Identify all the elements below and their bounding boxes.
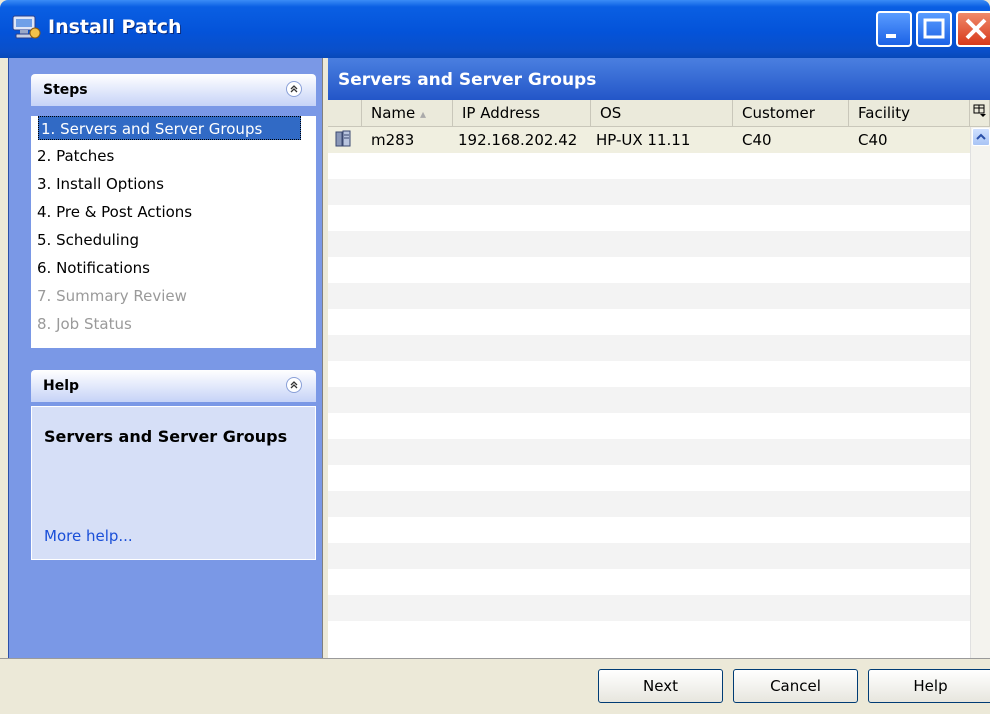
section-title: Servers and Server Groups	[338, 70, 597, 90]
step-pre-post-actions[interactable]: 4. Pre & Post Actions	[37, 200, 192, 224]
empty-row	[328, 387, 970, 413]
cancel-button[interactable]: Cancel	[733, 669, 858, 703]
column-label-name: Name	[371, 104, 416, 122]
empty-row	[328, 439, 970, 465]
section-header: Servers and Server Groups	[328, 58, 990, 100]
vertical-scrollbar[interactable]	[970, 127, 990, 658]
step-job-status: 8. Job Status	[37, 315, 132, 333]
step-notifications[interactable]: 6. Notifications	[37, 256, 150, 280]
server-icon	[334, 130, 352, 150]
collapse-icon[interactable]	[286, 377, 302, 393]
step-patches[interactable]: 2. Patches	[37, 144, 114, 168]
wizard-body: Steps 1. Servers and Server Groups 2. Pa…	[0, 58, 990, 658]
column-header-os[interactable]: OS	[591, 100, 733, 126]
column-header-ip-address[interactable]: IP Address	[453, 100, 591, 126]
cell-name: m283	[371, 131, 415, 149]
empty-row	[328, 595, 970, 621]
help-button[interactable]: Help	[868, 669, 990, 703]
empty-row	[328, 179, 970, 205]
close-button[interactable]	[956, 11, 990, 47]
cell-ip-address: 192.168.202.42	[458, 131, 578, 149]
window-title: Install Patch	[48, 16, 182, 38]
steps-panel-header[interactable]: Steps	[31, 74, 316, 106]
servers-table: Name ▴ IP Address OS Customer Facility m…	[328, 100, 990, 658]
column-header-name[interactable]: Name ▴	[362, 100, 453, 126]
chevron-up-icon	[976, 133, 986, 140]
step-servers-and-server-groups[interactable]: 1. Servers and Server Groups	[38, 116, 301, 140]
steps-list: 1. Servers and Server Groups 2. Patches …	[31, 116, 316, 348]
sort-ascending-icon: ▴	[420, 107, 427, 121]
title-bar[interactable]: Install Patch	[0, 0, 990, 58]
minimize-icon	[886, 34, 896, 38]
table-header: Name ▴ IP Address OS Customer Facility	[328, 100, 990, 127]
minimize-button[interactable]	[876, 11, 912, 47]
empty-row	[328, 335, 970, 361]
button-bar: Next Cancel Help	[0, 658, 990, 714]
step-install-options[interactable]: 3. Install Options	[37, 172, 164, 196]
help-panel-title: Help	[43, 378, 80, 394]
more-help-link[interactable]: More help...	[44, 527, 133, 545]
maximize-button[interactable]	[916, 11, 952, 47]
column-chooser-icon	[973, 104, 986, 117]
steps-panel-title: Steps	[43, 82, 88, 98]
cell-os: HP-UX 11.11	[596, 131, 691, 149]
help-panel-header[interactable]: Help	[31, 370, 316, 402]
icon-column-header	[328, 100, 362, 126]
column-header-facility[interactable]: Facility	[849, 100, 970, 126]
empty-row	[328, 231, 970, 257]
patch-install-icon	[12, 15, 41, 39]
cell-facility: C40	[858, 131, 888, 149]
column-header-customer[interactable]: Customer	[733, 100, 849, 126]
help-topic-title: Servers and Server Groups	[44, 427, 288, 446]
table-row[interactable]: m283 192.168.202.42 HP-UX 11.11 C40 C40	[328, 127, 970, 153]
step-summary-review: 7. Summary Review	[37, 287, 187, 305]
collapse-icon[interactable]	[286, 81, 302, 97]
left-pane: Steps 1. Servers and Server Groups 2. Pa…	[8, 58, 323, 658]
maximize-icon	[923, 18, 945, 39]
next-button[interactable]: Next	[598, 669, 723, 703]
scroll-up-button[interactable]	[972, 128, 990, 146]
column-chooser-button[interactable]	[970, 100, 990, 126]
step-scheduling[interactable]: 5. Scheduling	[37, 228, 139, 252]
empty-row	[328, 491, 970, 517]
empty-row	[328, 283, 970, 309]
close-icon	[965, 18, 987, 40]
empty-row	[328, 543, 970, 569]
right-pane: Servers and Server Groups Name ▴ IP Addr…	[328, 58, 990, 658]
cell-customer: C40	[742, 131, 772, 149]
help-panel-body: Servers and Server Groups More help...	[31, 406, 316, 560]
